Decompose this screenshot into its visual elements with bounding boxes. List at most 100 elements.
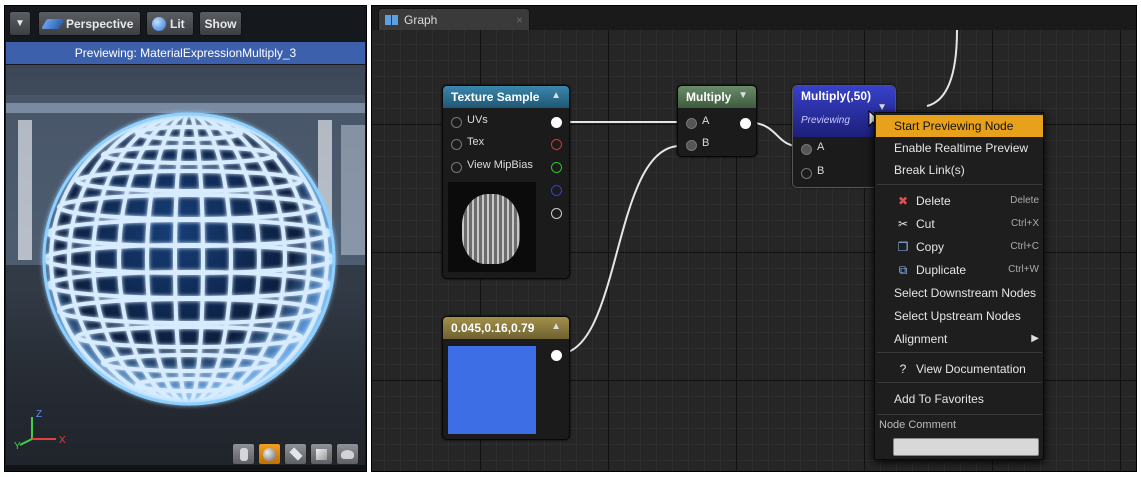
menu-item-add-to-favorites[interactable]: Add To Favorites [876,388,1043,410]
collapse-up-icon[interactable]: ▲ [551,321,561,332]
node-multiply-const-title-text: Multiply(,50) [801,89,872,103]
delete-icon: ✖ [897,194,909,208]
axis-y-label: Y [14,441,21,452]
menu-item-duplicate[interactable]: ⧉ Duplicate Ctrl+W [876,259,1043,281]
menu-item-label: Break Link(s) [894,163,965,177]
menu-item-label: Add To Favorites [894,392,984,406]
pin-a-input[interactable] [801,144,812,155]
pin-uvs-label: UVs [467,114,488,126]
pin-tex-label: Tex [467,136,485,148]
menu-item-delete[interactable]: ✖ Delete Delete [876,190,1043,212]
node-comment-label: Node Comment [879,419,957,431]
pin-a-input[interactable] [686,118,697,129]
pin-result-output[interactable] [740,118,751,129]
sphere-icon [263,447,276,461]
node-constant3-vector[interactable]: 0.045,0.16,0.79 ▲ [442,316,570,440]
wire-constant-to-multiply-b [557,145,681,355]
pin-b-input[interactable] [686,140,697,151]
preview-viewport[interactable]: ▼ Perspective Lit Show Previewing: Mater… [4,5,367,472]
menu-separator [877,184,1042,185]
cylinder-icon [239,447,248,461]
pin-a-label: A [702,115,710,127]
pin-b-label: B [817,165,825,177]
lit-label: Lit [170,16,185,31]
menu-item-select-downstream-nodes[interactable]: Select Downstream Nodes [876,282,1043,304]
axis-z-label: Z [36,409,42,420]
lit-button[interactable]: Lit [146,11,194,36]
previewing-label: Previewing [801,115,850,126]
preview-sphere-button[interactable] [258,443,281,465]
preview-custom-mesh-button[interactable] [336,443,359,465]
submenu-arrow-icon: ▶ [1031,333,1039,344]
node-texture-sample-title[interactable]: Texture Sample ▲ [443,86,569,108]
menu-item-label: View Documentation [916,362,1026,376]
menu-item-label: Cut [916,217,935,231]
chevron-down-icon: ▼ [15,18,25,29]
pin-view-mipbias-label: View MipBias [467,159,533,171]
menu-item-cut[interactable]: ✂ Cut Ctrl+X [876,213,1043,235]
menu-shortcut: Delete [1010,195,1039,206]
pin-g-output[interactable] [551,162,562,173]
node-constant3-title-text: 0.045,0.16,0.79 [451,321,535,335]
pin-b-label: B [702,137,710,149]
preview-cube-button[interactable] [310,443,333,465]
menu-separator [877,414,1042,415]
cube-icon [316,448,327,460]
node-multiply[interactable]: Multiply ▼ A B [677,85,757,157]
menu-item-enable-realtime-preview[interactable]: Enable Realtime Preview [876,137,1043,159]
pin-r-output[interactable] [551,139,562,150]
perspective-label: Perspective [66,16,134,31]
material-preview-scene[interactable]: Z X Y [6,65,365,470]
viewport-options-button[interactable]: ▼ [9,11,31,36]
pin-view-mipbias-input[interactable] [451,162,462,173]
menu-separator [877,352,1042,353]
wire-output-upstream [926,29,958,107]
duplicate-icon: ⧉ [898,263,908,277]
perspective-icon [41,18,65,29]
menu-item-copy[interactable]: ❐ Copy Ctrl+C [876,236,1043,258]
menu-separator [877,382,1042,383]
pin-uvs-input[interactable] [451,117,462,128]
preview-status-banner: Previewing: MaterialExpressionMultiply_3 [6,42,365,64]
lit-sphere-icon [152,16,166,31]
node-constant3-title[interactable]: 0.045,0.16,0.79 ▲ [443,317,569,339]
menu-item-label: Start Previewing Node [894,119,1014,133]
menu-shortcut: Ctrl+X [1010,218,1039,229]
node-comment-input[interactable] [893,438,1039,456]
pin-b-output[interactable] [551,185,562,196]
help-icon: ? [899,362,907,376]
collapse-up-icon[interactable]: ▲ [551,90,561,101]
pin-rgb-output[interactable] [551,117,562,128]
node-context-menu[interactable]: Start Previewing Node Enable Realtime Pr… [874,112,1044,460]
menu-item-label: Enable Realtime Preview [894,141,1029,155]
node-texture-sample-title-text: Texture Sample [451,90,540,104]
preview-cylinder-button[interactable] [232,443,255,465]
pin-rgb-output[interactable] [551,350,562,361]
show-button[interactable]: Show [199,11,242,36]
menu-shortcut: Ctrl+C [1010,241,1039,252]
collapse-down-icon[interactable]: ▼ [738,90,748,101]
menu-item-select-upstream-nodes[interactable]: Select Upstream Nodes [876,305,1043,327]
pin-b-input[interactable] [801,168,812,179]
menu-item-view-documentation[interactable]: ? View Documentation [876,358,1043,380]
pin-tex-input[interactable] [451,139,462,150]
node-multiply-title[interactable]: Multiply ▼ [678,86,756,108]
menu-item-break-links[interactable]: Break Link(s) [876,159,1043,181]
menu-item-label: Select Downstream Nodes [894,286,1037,300]
menu-item-alignment[interactable]: Alignment ▶ [876,328,1043,350]
axis-x-label: X [59,435,66,446]
perspective-button[interactable]: Perspective [38,11,141,36]
node-multiply-title-text: Multiply [686,90,732,104]
menu-item-start-previewing-node[interactable]: Start Previewing Node [876,115,1043,137]
node-texture-sample[interactable]: Texture Sample ▲ UVs Tex View MipBias [442,85,570,279]
preview-plane-button[interactable] [284,443,307,465]
pin-a-output[interactable] [551,208,562,219]
show-label: Show [204,16,237,31]
menu-shortcut: Ctrl+W [1008,264,1039,275]
menu-item-label: Alignment [894,332,948,346]
menu-item-label: Copy [916,240,945,254]
plane-icon [288,447,303,461]
menu-item-label: Duplicate [916,263,967,277]
color-swatch [448,346,536,434]
copy-icon: ❐ [897,240,909,254]
